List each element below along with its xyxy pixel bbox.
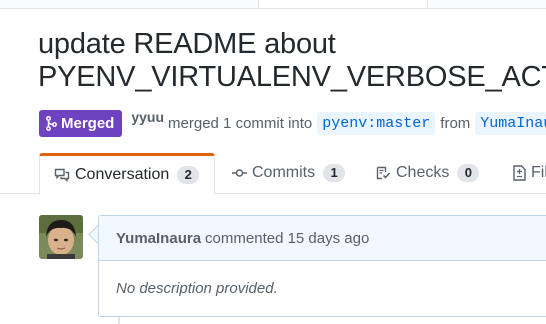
tab-conversation-label: Conversation — [75, 166, 170, 183]
comment-box: YumaInaura commented 15 days ago No desc… — [98, 215, 546, 317]
tab-conversation[interactable]: Conversation 2 — [39, 153, 215, 195]
file-diff-icon — [513, 165, 526, 181]
tab-checks-count: 0 — [457, 164, 480, 182]
status-badge-label: Merged — [61, 114, 115, 132]
tab-commits[interactable]: Commits 1 — [232, 153, 346, 193]
comment-body: No description provided. — [116, 280, 278, 297]
checklist-icon — [376, 166, 391, 180]
title-line-2: PYENV_VIRTUALENV_VERBOSE_ACTIVATE — [38, 61, 546, 93]
avatar[interactable] — [39, 215, 83, 259]
pr-tabs: Conversation 2 Commits 1 Checks 0 Fi — [0, 153, 546, 195]
tab-commits-label: Commits — [252, 164, 316, 181]
base-branch[interactable]: pyenv:master — [317, 111, 436, 135]
page-title: update README about PYENV_VIRTUALENV_VER… — [38, 28, 546, 94]
tab-files-changed-label: Files changed — [531, 164, 546, 181]
merger-link[interactable]: yyuu — [131, 109, 164, 125]
tab-conversation-count: 2 — [177, 166, 200, 184]
comment-discussion-icon — [54, 168, 70, 182]
tab-files-changed[interactable]: Files changed — [513, 153, 546, 193]
tab-checks[interactable]: Checks 0 — [376, 153, 480, 193]
pr-meta: Merged yyuu merged 1 commit into pyenv:m… — [39, 109, 546, 137]
tab-checks-label: Checks — [396, 164, 450, 181]
pull-request-page: update README about PYENV_VIRTUALENV_VER… — [0, 0, 546, 324]
active-browser-tab[interactable] — [258, 0, 428, 8]
comment-timestamp[interactable]: commented 15 days ago — [205, 230, 369, 247]
status-badge: Merged — [39, 109, 123, 137]
git-commit-icon — [232, 168, 247, 178]
tab-commits-count: 1 — [323, 164, 346, 182]
comment-author-link[interactable]: YumaInaura — [116, 230, 201, 247]
git-merge-icon — [46, 115, 57, 131]
head-branch[interactable]: YumaInaura:patch-1 — [475, 111, 546, 135]
from-text: from — [440, 114, 471, 132]
title-line-1: update README about — [38, 28, 336, 60]
comment-header: YumaInaura commented 15 days ago — [99, 216, 546, 261]
top-tab-strip — [0, 0, 546, 9]
merged-text: merged 1 commit into — [168, 114, 313, 132]
